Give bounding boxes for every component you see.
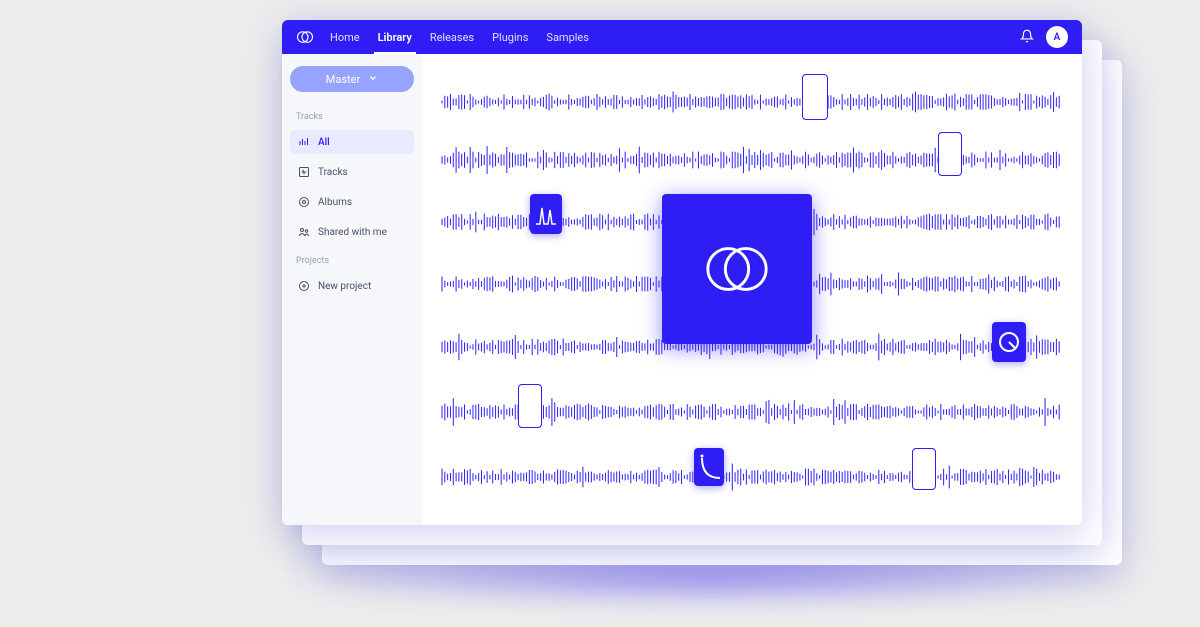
- waveform-canvas[interactable]: [422, 54, 1082, 525]
- master-button[interactable]: Master: [290, 66, 414, 92]
- master-button-label: Master: [326, 73, 360, 86]
- people-icon: [298, 226, 310, 238]
- clip-marker[interactable]: [518, 384, 542, 428]
- projects-section-label: Projects: [290, 250, 414, 268]
- nav-library[interactable]: Library: [378, 20, 412, 54]
- clip-curve[interactable]: [694, 448, 724, 486]
- avatar[interactable]: A: [1046, 26, 1068, 48]
- sidebar-item-label: All: [318, 137, 330, 148]
- plus-circle-icon: [298, 280, 310, 292]
- tracks-section-label: Tracks: [290, 106, 414, 124]
- bars-icon: [298, 136, 310, 148]
- top-bar: Home Library Releases Plugins Samples A: [282, 20, 1082, 54]
- new-project-label: New project: [318, 281, 371, 292]
- clip-marker[interactable]: [912, 448, 936, 490]
- nav-plugins[interactable]: Plugins: [492, 20, 528, 54]
- sidebar-item-all[interactable]: All: [290, 130, 414, 154]
- sidebar: Master Tracks All Tracks: [282, 54, 422, 525]
- nav-home[interactable]: Home: [330, 20, 360, 54]
- clip-marker[interactable]: [802, 74, 828, 120]
- clip-dial[interactable]: [992, 322, 1026, 362]
- clip-pulse[interactable]: [530, 194, 562, 234]
- waveform-icon: [298, 166, 310, 178]
- top-nav: Home Library Releases Plugins Samples: [330, 20, 589, 54]
- sidebar-item-label: Tracks: [318, 167, 348, 178]
- sidebar-item-tracks[interactable]: Tracks: [290, 160, 414, 184]
- chevron-down-icon: [368, 73, 378, 86]
- nav-samples[interactable]: Samples: [546, 20, 589, 54]
- brand-tile[interactable]: [662, 194, 812, 344]
- sidebar-item-label: Albums: [318, 197, 352, 208]
- disc-icon: [298, 196, 310, 208]
- notifications-icon[interactable]: [1020, 28, 1034, 47]
- sidebar-item-shared[interactable]: Shared with me: [290, 220, 414, 244]
- new-project-button[interactable]: New project: [290, 274, 414, 298]
- clip-marker[interactable]: [938, 132, 962, 176]
- app-logo-icon[interactable]: [296, 28, 314, 46]
- sidebar-item-label: Shared with me: [318, 227, 387, 238]
- app-window: Home Library Releases Plugins Samples A …: [282, 20, 1082, 525]
- sidebar-item-albums[interactable]: Albums: [290, 190, 414, 214]
- nav-releases[interactable]: Releases: [430, 20, 474, 54]
